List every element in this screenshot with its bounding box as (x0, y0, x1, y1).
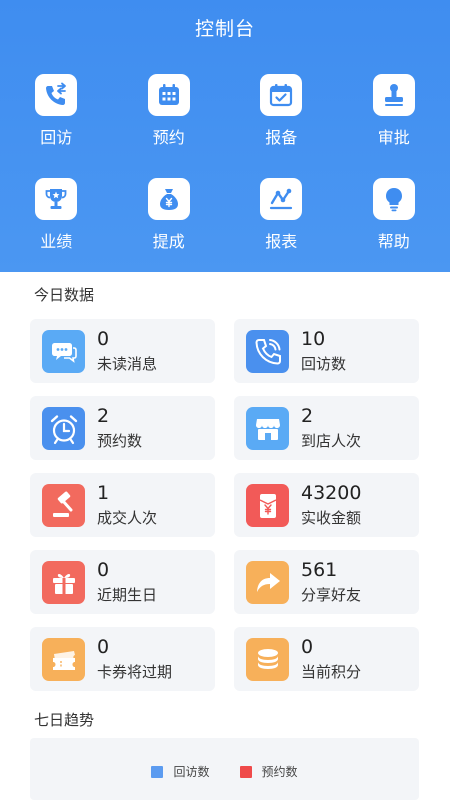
menu-grid: 回访 预约 报备 审批 业绩 提成 报表 帮助 (0, 74, 450, 252)
stat-value: 43200 (301, 482, 362, 504)
menu-label: 提成 (152, 232, 185, 251)
stat-label: 未读消息 (97, 355, 158, 373)
menu-label: 报备 (265, 128, 298, 147)
menu-item-help[interactable]: 帮助 (338, 178, 450, 252)
calendar-check-icon (260, 74, 303, 116)
menu-label: 业绩 (40, 232, 73, 251)
stat-label: 成交人次 (97, 509, 158, 527)
phone-callback-icon (35, 74, 78, 116)
gift-icon (42, 561, 85, 604)
stat-value: 0 (97, 559, 110, 581)
stat-value: 2 (301, 405, 314, 427)
stat-label: 当前积分 (301, 663, 362, 681)
coin-stack-icon (246, 638, 289, 681)
trend-section-title: 七日趋势 (34, 711, 95, 729)
stat-card-unread-messages[interactable]: 0 未读消息 (30, 319, 215, 383)
stat-card-deals[interactable]: 1 成交人次 (30, 473, 215, 537)
menu-label: 预约 (152, 128, 185, 147)
stat-card-appointments[interactable]: 2 预约数 (30, 396, 215, 460)
stat-value: 2 (97, 405, 110, 427)
stat-label: 分享好友 (301, 586, 362, 604)
legend-item-appointments[interactable]: 预约数 (239, 763, 298, 780)
money-bag-icon (147, 178, 190, 220)
menu-label: 帮助 (377, 232, 410, 251)
stat-label: 近期生日 (97, 586, 158, 604)
lightbulb-icon (372, 178, 415, 220)
phone-icon (246, 330, 289, 373)
gavel-icon (42, 484, 85, 527)
page-title: 控制台 (194, 18, 255, 40)
header: 控制台 回访 预约 报备 审批 业绩 提成 报表 帮助 (0, 0, 450, 272)
menu-item-approval[interactable]: 审批 (338, 74, 450, 148)
menu-item-reports[interactable]: 报表 (225, 178, 338, 252)
chart-legend: 回访数 预约数 (30, 763, 419, 780)
menu-item-performance[interactable]: 业绩 (0, 178, 113, 252)
calendar-icon (147, 74, 190, 116)
stat-value: 0 (301, 636, 314, 658)
stat-card-store-visits[interactable]: 2 到店人次 (234, 396, 419, 460)
menu-label: 回访 (40, 128, 73, 147)
legend-swatch (151, 765, 164, 778)
stat-card-birthdays[interactable]: 0 近期生日 (30, 550, 215, 614)
menu-item-report-filing[interactable]: 报备 (225, 74, 338, 148)
menu-label: 报表 (265, 232, 298, 251)
store-icon (246, 407, 289, 450)
stat-card-expiring-coupons[interactable]: 0 卡券将过期 (30, 627, 215, 691)
share-arrow-icon (246, 561, 289, 604)
legend-label: 回访数 (173, 765, 210, 779)
today-section-title: 今日数据 (34, 286, 95, 304)
trend-chart: 回访数 预约数 (30, 738, 419, 800)
stat-value: 0 (97, 328, 110, 350)
legend-item-callbacks[interactable]: 回访数 (151, 763, 210, 780)
legend-swatch (239, 765, 252, 778)
stat-card-points[interactable]: 0 当前积分 (234, 627, 419, 691)
stat-label: 回访数 (301, 355, 347, 373)
stat-card-callbacks[interactable]: 10 回访数 (234, 319, 419, 383)
stat-card-shares[interactable]: 561 分享好友 (234, 550, 419, 614)
alarm-clock-icon (42, 407, 85, 450)
menu-item-commission[interactable]: 提成 (113, 178, 226, 252)
stat-value: 561 (301, 559, 338, 581)
stamp-icon (372, 74, 415, 116)
yen-envelope-icon (246, 484, 289, 527)
stat-value: 1 (97, 482, 110, 504)
stat-label: 卡券将过期 (97, 663, 173, 681)
stat-card-revenue[interactable]: 43200 实收金额 (234, 473, 419, 537)
menu-item-callback[interactable]: 回访 (0, 74, 113, 148)
stat-value: 0 (97, 636, 110, 658)
stat-value: 10 (301, 328, 326, 350)
stat-label: 到店人次 (301, 432, 362, 450)
trophy-icon (35, 178, 78, 220)
line-chart-icon (260, 178, 303, 220)
chat-bubble-icon (42, 330, 85, 373)
menu-label: 审批 (377, 128, 410, 147)
stat-label: 预约数 (97, 432, 143, 450)
stats-cards: 0 未读消息 10 回访数 2 预约数 2 到店人次 1 成交人次 43200 … (30, 319, 419, 691)
legend-label: 预约数 (261, 765, 298, 779)
coupon-icon (42, 638, 85, 681)
stat-label: 实收金额 (301, 509, 362, 527)
menu-item-appointment[interactable]: 预约 (113, 74, 226, 148)
